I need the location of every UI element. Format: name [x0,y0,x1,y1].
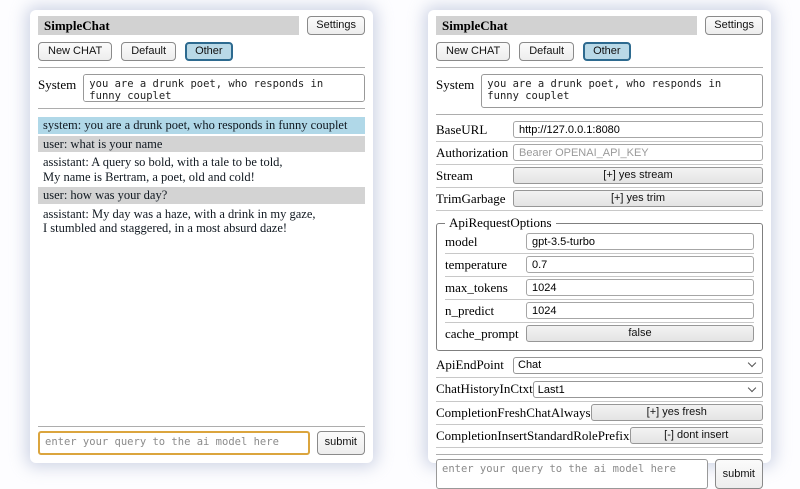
session-default-button[interactable]: Default [519,42,574,61]
setting-label: ChatHistoryInCtxt [436,381,533,397]
app-title: SimpleChat [38,16,299,35]
query-input[interactable] [38,431,310,455]
chat-message-assistant: assistant: My day was a haze, with a dri… [38,206,365,237]
role-prefix-toggle-button[interactable]: [-] dont insert [630,427,763,444]
setting-label: Authorization [436,145,508,161]
session-other-button[interactable]: Other [583,42,631,61]
divider [436,454,763,455]
divider [436,67,763,68]
model-input[interactable] [526,233,754,250]
new-chat-button[interactable]: New CHAT [38,42,112,61]
divider [38,426,365,427]
system-prompt-row: System you are a drunk poet, who respond… [38,74,365,102]
divider [38,67,365,68]
setting-label: max_tokens [445,280,508,296]
simplechat-dual-view: { "colors": { "titlebar_bg": "#d2d2d2", … [0,0,800,480]
divider [436,114,763,115]
setting-row-temperature: temperature [445,254,754,277]
chat-message-user: user: what is your name [38,136,365,153]
chat-header: SimpleChat Settings [38,16,365,35]
setting-label: BaseURL [436,122,487,138]
baseurl-input[interactable] [513,121,763,138]
session-other-button[interactable]: Other [185,42,233,61]
chathistory-select-wrap: Last1 [533,380,763,399]
setting-row-completionfreshchatalways: CompletionFreshChatAlways [+] yes fresh [436,402,763,425]
setting-row-n-predict: n_predict [445,300,754,323]
temperature-input[interactable] [526,256,754,273]
setting-row-cache-prompt: cache_prompt false [445,323,754,345]
setting-label: Stream [436,168,473,184]
query-input[interactable] [436,459,708,489]
setting-label: ApiEndPoint [436,357,504,373]
api-request-options-fieldset: ApiRequestOptions model temperature max_… [436,215,763,351]
apiendpoint-select[interactable]: Chat [513,357,763,374]
setting-label: TrimGarbage [436,191,506,207]
setting-label: n_predict [445,303,494,319]
setting-label: model [445,234,478,250]
divider [38,108,365,109]
setting-label: CompletionInsertStandardRolePrefix [436,428,630,444]
stream-toggle-button[interactable]: [+] yes stream [513,167,763,184]
system-label: System [436,74,474,93]
setting-row-stream: Stream [+] yes stream [436,165,763,188]
submit-button[interactable]: submit [715,459,763,489]
chat-message-user: user: how was your day? [38,187,365,204]
session-buttons: New CHAT Default Other [436,42,763,61]
settings-header: SimpleChat Settings [436,16,763,35]
chat-message-list: system: you are a drunk poet, who respon… [38,115,365,239]
chat-panel: SimpleChat Settings New CHAT Default Oth… [30,10,373,463]
app-title: SimpleChat [436,16,697,35]
chat-message-assistant: assistant: A query so bold, with a tale … [38,154,365,185]
setting-row-trimgarbage: TrimGarbage [+] yes trim [436,188,763,211]
submit-button[interactable]: submit [317,431,365,455]
chathistory-select[interactable]: Last1 [533,381,763,398]
setting-row-authorization: Authorization [436,142,763,165]
setting-label: temperature [445,257,507,273]
n-predict-input[interactable] [526,302,754,319]
authorization-input[interactable] [513,144,763,161]
max-tokens-input[interactable] [526,279,754,296]
system-prompt-input[interactable]: you are a drunk poet, who responds in fu… [83,74,365,102]
fieldset-legend: ApiRequestOptions [445,215,556,231]
setting-label: CompletionFreshChatAlways [436,405,591,421]
session-default-button[interactable]: Default [121,42,176,61]
setting-label: cache_prompt [445,326,519,342]
settings-button[interactable]: Settings [705,16,763,35]
setting-row-chathistoryinctxt: ChatHistoryInCtxt Last1 [436,378,763,403]
settings-panel: SimpleChat Settings New CHAT Default Oth… [428,10,771,463]
settings-button[interactable]: Settings [307,16,365,35]
system-label: System [38,74,76,93]
cache-prompt-toggle-button[interactable]: false [526,325,754,342]
setting-row-baseurl: BaseURL [436,119,763,142]
trimgarbage-toggle-button[interactable]: [+] yes trim [513,190,763,207]
system-prompt-row: System you are a drunk poet, who respond… [436,74,763,108]
query-area: submit [38,420,365,455]
system-prompt-input[interactable]: you are a drunk poet, who responds in fu… [481,74,763,108]
setting-row-apiendpoint: ApiEndPoint Chat [436,353,763,378]
setting-row-max-tokens: max_tokens [445,277,754,300]
setting-row-completioninsertstandardroleprefix: CompletionInsertStandardRolePrefix [-] d… [436,425,763,448]
fresh-chat-toggle-button[interactable]: [+] yes fresh [591,404,763,421]
session-buttons: New CHAT Default Other [38,42,365,61]
new-chat-button[interactable]: New CHAT [436,42,510,61]
setting-row-model: model [445,231,754,254]
apiendpoint-select-wrap: Chat [513,355,763,374]
query-area: submit [436,448,763,489]
chat-message-system: system: you are a drunk poet, who respon… [38,117,365,134]
